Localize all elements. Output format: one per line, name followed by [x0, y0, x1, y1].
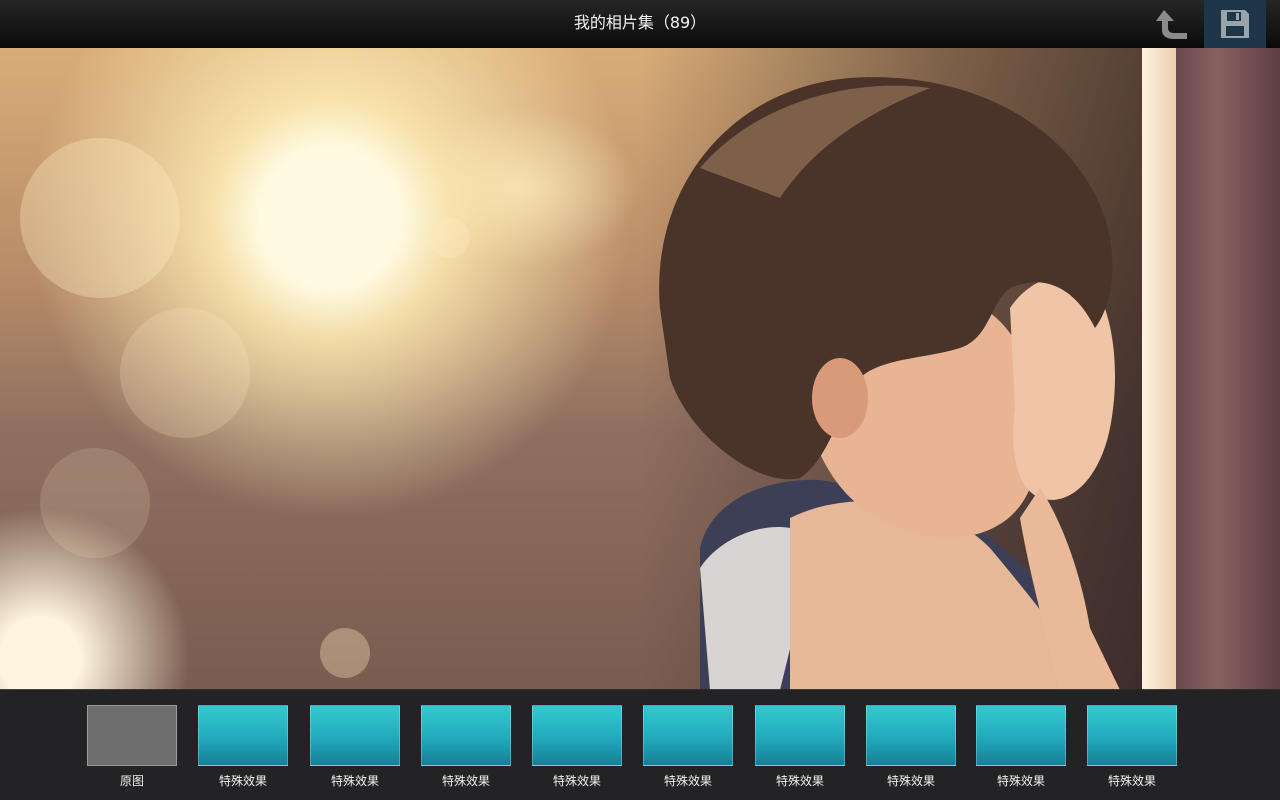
filter-effect[interactable]: 特殊效果 — [755, 705, 845, 788]
filter-label: 特殊效果 — [1107, 774, 1156, 788]
filter-label: 特殊效果 — [663, 774, 712, 788]
filter-original[interactable]: 原图 — [87, 705, 177, 788]
filter-label: 特殊效果 — [441, 774, 490, 788]
filter-effect[interactable]: 特殊效果 — [866, 705, 956, 788]
filter-label: 特殊效果 — [996, 774, 1045, 788]
filter-label: 原图 — [119, 774, 144, 788]
filter-label: 特殊效果 — [552, 774, 601, 788]
filter-thumbnail[interactable] — [976, 705, 1066, 766]
filter-thumbnail[interactable] — [310, 705, 400, 766]
filter-effect[interactable]: 特殊效果 — [310, 705, 400, 788]
filter-thumbnail[interactable] — [532, 705, 622, 766]
filter-label: 特殊效果 — [775, 774, 824, 788]
filter-thumbnail[interactable] — [198, 705, 288, 766]
save-button[interactable] — [1204, 0, 1266, 48]
filter-effect[interactable]: 特殊效果 — [532, 705, 622, 788]
filter-thumbnail[interactable] — [866, 705, 956, 766]
child-figure — [659, 77, 1120, 690]
filter-thumbnail[interactable] — [87, 705, 177, 766]
filter-strip: 原图 特殊效果 特殊效果 特殊效果 特殊效果 特殊效果 特殊效果 特殊效果 特殊… — [0, 689, 1280, 800]
back-arrow-icon — [1156, 10, 1187, 39]
filter-thumbnail[interactable] — [1087, 705, 1177, 766]
filter-label: 特殊效果 — [218, 774, 267, 788]
filter-effect[interactable]: 特殊效果 — [1087, 705, 1177, 788]
filter-thumbnail[interactable] — [421, 705, 511, 766]
filter-effect[interactable]: 特殊效果 — [421, 705, 511, 788]
filter-thumbnail[interactable] — [643, 705, 733, 766]
filter-thumbnail[interactable] — [755, 705, 845, 766]
floppy-disk-save-icon — [1221, 10, 1249, 38]
filter-effect[interactable]: 特殊效果 — [976, 705, 1066, 788]
photo-canvas[interactable] — [0, 48, 1280, 690]
filter-effect[interactable]: 特殊效果 — [198, 705, 288, 788]
filter-label: 特殊效果 — [886, 774, 935, 788]
filter-effect[interactable]: 特殊效果 — [643, 705, 733, 788]
filter-label: 特殊效果 — [330, 774, 379, 788]
back-button[interactable] — [1144, 0, 1200, 48]
page-title: 我的相片集（89） — [573, 13, 707, 32]
top-bar: 我的相片集（89） — [0, 0, 1280, 48]
